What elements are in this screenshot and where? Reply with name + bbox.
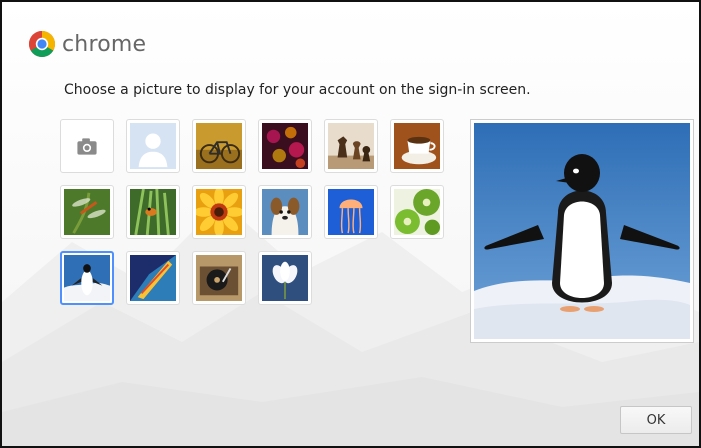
ok-button[interactable]: OK [620,406,692,434]
kiwi-fruit-image [394,189,440,235]
penguin-image [64,255,110,301]
picture-option-bicycle[interactable] [192,119,246,173]
surfboard-image [130,255,176,301]
picture-option-bokeh-lights[interactable] [258,119,312,173]
bicycle-image [196,123,242,169]
bokeh-lights-image [262,123,308,169]
picture-option-dragonfly[interactable] [60,185,114,239]
picture-dialog: chrome Choose a picture to display for y… [0,0,701,448]
header: chrome [28,30,146,58]
camera-icon [64,123,110,169]
picture-option-puppy[interactable] [258,185,312,239]
picture-option-sunflower[interactable] [192,185,246,239]
penguin-preview-image [474,123,690,339]
picture-option-take-photo[interactable] [60,119,114,173]
instruction-text: Choose a picture to display for your acc… [64,82,531,98]
picture-option-frog-on-grass[interactable] [126,185,180,239]
picture-option-profile-photo[interactable] [126,119,180,173]
picture-option-coffee-cup[interactable] [390,119,444,173]
picture-option-kiwi-fruit[interactable] [390,185,444,239]
dragonfly-image [64,189,110,235]
white-flower-image [262,255,308,301]
chrome-logo-icon [28,31,56,58]
picture-option-chess-pieces[interactable] [324,119,378,173]
picture-option-surfboard[interactable] [126,251,180,305]
picture-option-penguin[interactable] [60,251,114,305]
frog-on-grass-image [130,189,176,235]
jellyfish-image [328,189,374,235]
coffee-cup-image [394,123,440,169]
picture-option-white-flower[interactable] [258,251,312,305]
record-player-image [196,255,242,301]
picture-option-record-player[interactable] [192,251,246,305]
brand-name: chrome [62,31,147,57]
person-silhouette-icon [130,123,176,169]
selected-picture-preview [470,119,694,343]
sunflower-image [196,189,242,235]
puppy-image [262,189,308,235]
chess-pieces-image [328,123,374,169]
picture-option-jellyfish[interactable] [324,185,378,239]
